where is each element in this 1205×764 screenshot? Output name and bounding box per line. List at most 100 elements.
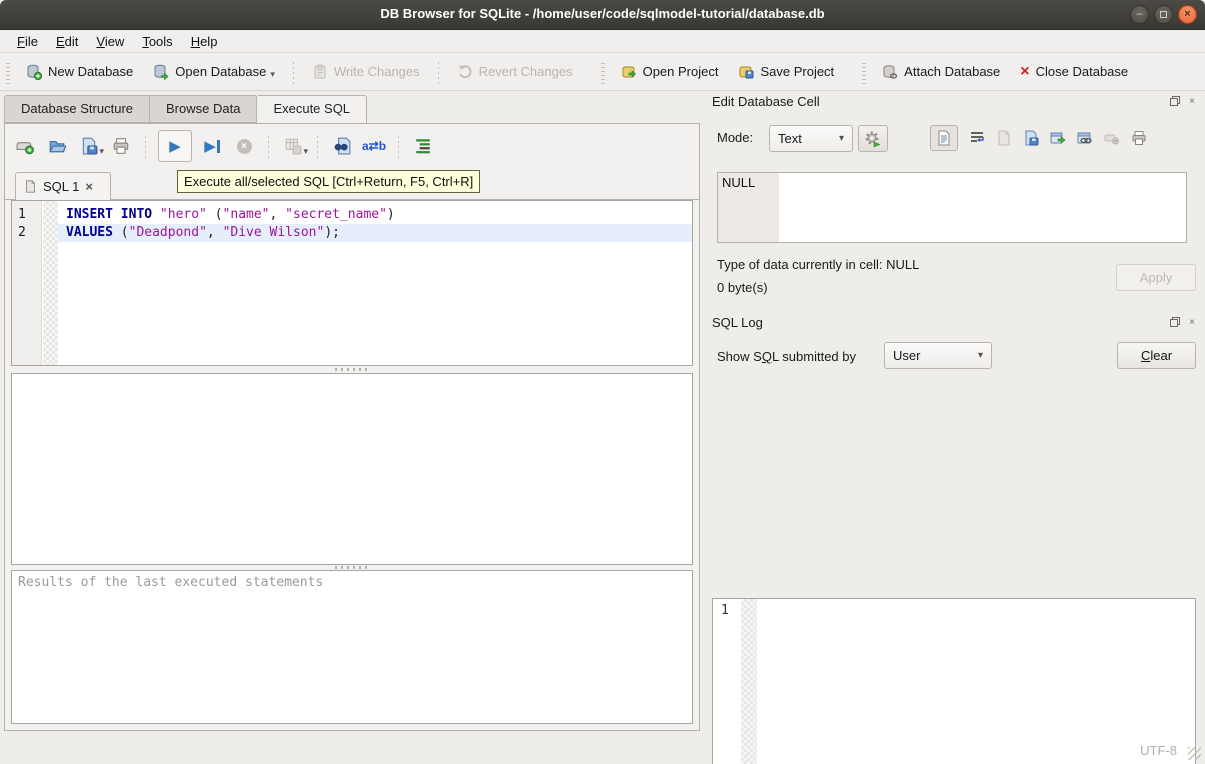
tab-database-structure[interactable]: Database Structure — [4, 95, 149, 123]
new-sql-tab-button[interactable] — [14, 135, 36, 157]
toolbar-separator — [438, 60, 439, 84]
close-dock-button[interactable]: × — [1186, 95, 1198, 107]
menu-file[interactable]: File — [8, 32, 47, 51]
save-project-icon — [738, 64, 754, 80]
execute-line-icon: ▶ — [204, 137, 216, 155]
mode-label: Mode: — [717, 130, 753, 145]
open-external-icon — [1050, 130, 1066, 146]
minimize-button[interactable]: – — [1130, 5, 1149, 24]
new-database-label: New Database — [48, 64, 133, 79]
stop-execution-button[interactable]: × — [233, 135, 255, 157]
copy-link-button[interactable] — [1077, 130, 1093, 146]
minimize-icon: – — [1136, 9, 1142, 20]
write-changes-button[interactable]: Write Changes — [302, 59, 430, 85]
log-filter-value: User — [893, 348, 920, 363]
log-filter-caret-icon: ▾ — [978, 350, 983, 361]
execute-current-line-button[interactable]: ▶ — [201, 135, 223, 157]
toolbar-separator — [145, 134, 146, 158]
open-project-label: Open Project — [643, 64, 719, 79]
results-grid-panel[interactable] — [11, 373, 693, 565]
save-results-dropdown-icon[interactable]: ▾ — [303, 146, 308, 157]
float-dock-button[interactable] — [1169, 316, 1181, 328]
close-dock-button[interactable]: × — [1186, 316, 1198, 328]
menu-edit[interactable]: Edit — [47, 32, 87, 51]
menu-tools[interactable]: Tools — [133, 32, 181, 51]
import-cell-data-button[interactable] — [996, 130, 1012, 146]
float-dock-button[interactable] — [1169, 95, 1181, 107]
toolbar-drag-handle[interactable] — [601, 60, 605, 84]
execution-status-panel[interactable]: Results of the last executed statements — [11, 570, 693, 724]
open-database-button[interactable]: Open Database ▾ — [143, 59, 285, 85]
toolbar-separator — [317, 134, 318, 158]
set-null-button[interactable] — [1104, 130, 1120, 146]
print-cell-button[interactable] — [1131, 130, 1147, 146]
clear-log-button[interactable]: Clear — [1117, 342, 1196, 369]
close-sql-tab-icon[interactable]: × — [85, 179, 93, 194]
save-results-button[interactable]: ▾ — [282, 135, 304, 157]
revert-changes-button[interactable]: Revert Changes — [447, 59, 583, 85]
text-document-icon — [936, 130, 952, 146]
print-sql-button[interactable] — [110, 135, 132, 157]
gear-icon — [865, 131, 881, 147]
open-project-icon — [621, 64, 637, 80]
app-window: DB Browser for SQLite - /home/user/code/… — [0, 0, 1205, 764]
close-dock-icon: × — [1189, 317, 1195, 328]
execute-sql-button[interactable]: ▶ — [158, 130, 192, 162]
float-dock-icon — [1170, 317, 1180, 327]
menu-view[interactable]: View — [87, 32, 133, 51]
splitter-handle[interactable] — [335, 566, 369, 569]
line-number: 2 — [12, 224, 38, 242]
toolbar-separator — [398, 134, 399, 158]
save-project-button[interactable]: Save Project — [728, 59, 844, 85]
execute-sql-tooltip: Execute all/selected SQL [Ctrl+Return, F… — [177, 170, 480, 193]
word-wrap-button[interactable] — [969, 130, 985, 146]
title-bar[interactable]: DB Browser for SQLite - /home/user/code/… — [0, 0, 1205, 30]
write-changes-label: Write Changes — [334, 64, 420, 79]
resize-grip[interactable] — [1188, 747, 1201, 760]
execute-sql-toolbar: ▾ ▶ ▶ × ▾ a⇄b — [9, 130, 439, 162]
window-controls: – × — [1130, 5, 1197, 24]
open-sql-file-button[interactable] — [46, 135, 68, 157]
open-database-dropdown-icon[interactable]: ▾ — [270, 69, 275, 80]
find-button[interactable] — [331, 135, 353, 157]
tab-browse-data[interactable]: Browse Data — [149, 95, 256, 123]
tab-execute-sql[interactable]: Execute SQL — [256, 95, 367, 124]
find-replace-button[interactable]: a⇄b — [363, 135, 385, 157]
line-number: 1 — [12, 206, 38, 224]
log-filter-combobox[interactable]: User ▾ — [884, 342, 992, 369]
attach-database-icon — [882, 64, 898, 80]
word-wrap-icon — [969, 130, 985, 146]
close-button[interactable]: × — [1178, 5, 1197, 24]
log-line-number: 1 — [721, 603, 729, 618]
mode-combobox[interactable]: Text ▾ — [769, 125, 853, 152]
write-changes-icon — [312, 64, 328, 80]
text-mode-button[interactable] — [930, 125, 958, 151]
save-sql-file-button[interactable]: ▾ — [78, 135, 100, 157]
close-database-icon: × — [1020, 64, 1029, 80]
toolbar-drag-handle[interactable] — [862, 60, 866, 84]
cell-editor[interactable]: NULL — [717, 172, 1187, 243]
format-sql-button[interactable] — [412, 135, 434, 157]
new-database-button[interactable]: New Database — [16, 59, 143, 85]
close-database-button[interactable]: × Close Database — [1010, 59, 1138, 85]
menu-help[interactable]: Help — [182, 32, 227, 51]
set-null-icon — [1104, 130, 1120, 146]
encoding-indicator[interactable]: UTF-8 — [1140, 743, 1177, 758]
attach-database-button[interactable]: Attach Database — [872, 59, 1010, 85]
open-in-external-button[interactable] — [1050, 130, 1066, 146]
maximize-button[interactable] — [1154, 5, 1173, 24]
apply-button[interactable]: Apply — [1116, 264, 1196, 291]
sql-tab[interactable]: SQL 1 × — [15, 172, 111, 200]
export-cell-data-button[interactable] — [1023, 130, 1039, 146]
code-line-1: INSERT INTO "hero" ("name", "secret_name… — [58, 206, 692, 224]
revert-changes-label: Revert Changes — [479, 64, 573, 79]
open-project-button[interactable]: Open Project — [611, 59, 729, 85]
open-database-label: Open Database — [175, 64, 266, 79]
status-bar: UTF-8 — [0, 735, 1205, 764]
splitter-handle[interactable] — [335, 368, 369, 371]
revert-changes-icon — [457, 64, 473, 80]
sql-code-editor[interactable]: 1 2 INSERT INTO "hero" ("name", "secret_… — [11, 200, 693, 366]
auto-apply-button[interactable] — [858, 125, 888, 152]
save-sql-dropdown-icon[interactable]: ▾ — [99, 146, 104, 157]
toolbar-drag-handle[interactable] — [6, 60, 10, 84]
